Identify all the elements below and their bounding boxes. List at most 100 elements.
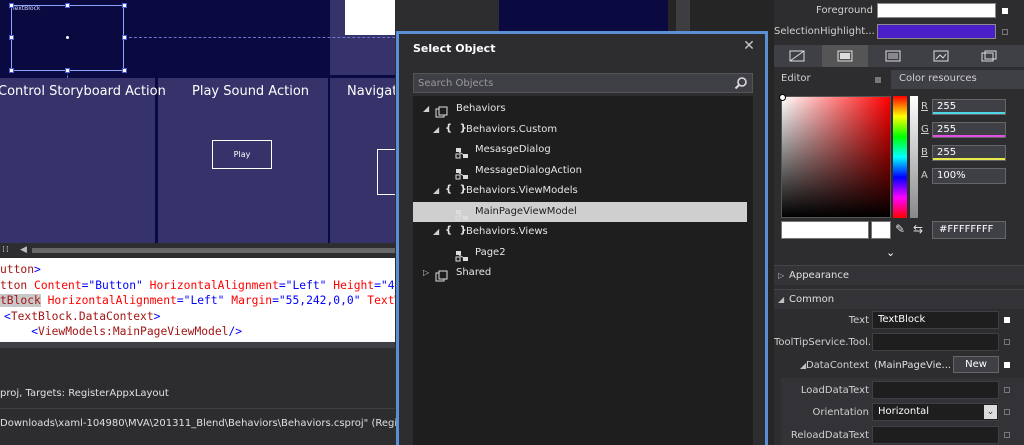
xaml-code-editor[interactable]: utton> tton Content="Button" HorizontalA… [0, 258, 395, 342]
tab-tile-brush[interactable] [918, 45, 964, 67]
dropdown-chevron-icon[interactable]: ⌄ [984, 405, 997, 419]
tree-item-label: MesasgeDialog [475, 144, 551, 155]
resize-handle-mr[interactable] [122, 35, 127, 40]
tree-item[interactable]: ◢{ } Behaviors.ViewModels [413, 181, 747, 201]
color-preview-original [871, 221, 891, 239]
text-property-input[interactable]: TextBlock [872, 311, 999, 329]
artboard-tile-control-storyboard[interactable] [0, 78, 155, 243]
tab-gradient-brush[interactable] [870, 45, 916, 67]
blue-channel-label: B [921, 147, 928, 158]
tree-item[interactable]: MesasgeDialog [413, 140, 747, 160]
loaddatatext-property-input[interactable] [872, 381, 999, 399]
code-token: Content [34, 278, 82, 292]
selection-highlight-advanced-marker[interactable] [1002, 29, 1008, 35]
tree-item[interactable]: ◢ Behaviors [413, 99, 747, 119]
collapse-icon[interactable]: ◢ [433, 125, 439, 134]
foreground-swatch[interactable] [877, 3, 996, 18]
no-brush-icon [789, 50, 805, 62]
tree-item-label: MainPageViewModel [475, 205, 577, 217]
search-icon[interactable] [734, 76, 748, 90]
tooltip-property-label: ToolTipService.Tool... [774, 337, 878, 348]
design-artboard[interactable]: Control Storyboard Action Play Sound Act… [0, 0, 395, 243]
artboard-hscrollbar[interactable]: ⁞⁞ ◀ [0, 243, 395, 258]
orientation-advanced-marker[interactable] [1004, 409, 1010, 415]
code-token: ="Button" [81, 278, 150, 292]
alpha-channel-value: 100% [937, 170, 966, 181]
resize-handle-br[interactable] [122, 68, 127, 73]
class-icon [455, 247, 469, 261]
resize-handle-bc[interactable] [65, 68, 70, 73]
tooltip-property-input[interactable] [872, 333, 999, 351]
tree-item[interactable]: MessageDialogAction [413, 161, 747, 181]
tree-item-label: Shared [456, 267, 492, 278]
collapse-common-icon: ◢ [778, 295, 785, 304]
resize-handle-tl[interactable] [9, 3, 14, 8]
green-channel-input[interactable]: 255 [932, 122, 1006, 138]
navigate-button-partial[interactable] [377, 149, 395, 195]
resize-handle-tr[interactable] [122, 3, 127, 8]
color-picker-cursor[interactable] [779, 94, 786, 101]
tooltip-advanced-marker[interactable] [1004, 339, 1010, 345]
section-appearance[interactable]: ▷ Appearance [774, 265, 1024, 285]
selection-highlight-swatch[interactable] [877, 24, 996, 39]
reloaddatatext-property-input[interactable] [872, 426, 999, 444]
eyedropper-icon[interactable]: ✎ [895, 222, 905, 236]
code-token: TextBlock.DataContext [10, 309, 154, 323]
code-token: utton [0, 263, 35, 276]
resource-brush-icon [981, 50, 997, 62]
datacontext-new-button[interactable]: New [953, 356, 999, 373]
foreground-advanced-marker[interactable] [1002, 8, 1008, 14]
blue-channel-input[interactable]: 255 [932, 145, 1006, 161]
collapse-icon[interactable]: ◢ [433, 186, 439, 195]
text-advanced-marker[interactable] [1004, 317, 1010, 323]
green-channel-label: G [921, 124, 929, 135]
code-token: ="Left" [176, 294, 232, 308]
collapse-icon[interactable]: ◢ [433, 227, 439, 236]
tab-color-resources[interactable]: Color resources [899, 73, 977, 84]
tab-editor[interactable]: Editor [781, 73, 811, 84]
blue-channel-bar [933, 158, 1005, 160]
resize-handle-ml[interactable] [9, 35, 14, 40]
code-token: > [153, 309, 161, 323]
scroll-thumb[interactable] [32, 248, 395, 253]
class-icon [455, 206, 469, 220]
collapse-icon[interactable]: ◢ [423, 104, 429, 113]
swap-color-icon[interactable]: ⇆ [913, 222, 923, 236]
red-channel-input[interactable]: 255 [932, 99, 1006, 115]
scroll-left-arrow-icon[interactable]: ◀ [20, 245, 27, 255]
reloaddatatext-advanced-marker[interactable] [1004, 432, 1010, 438]
section-common[interactable]: ◢ Common [774, 289, 1024, 309]
resize-handle-tc[interactable] [65, 3, 70, 8]
tree-item[interactable]: ◢{ } Behaviors.Custom [413, 120, 747, 140]
search-objects-input[interactable] [418, 76, 718, 90]
alpha-slider[interactable] [910, 96, 918, 218]
hex-color-input[interactable]: #FFFFFFFF [932, 221, 1006, 239]
alpha-channel-input[interactable]: 100% [932, 168, 1006, 184]
tab-no-brush[interactable] [774, 45, 820, 67]
dialog-close-icon[interactable]: ✕ [741, 38, 757, 54]
orientation-select[interactable]: Horizontal ⌄ [872, 403, 999, 421]
tree-item[interactable]: Page2 [413, 243, 747, 263]
color-picker-area[interactable] [779, 94, 891, 218]
section-appearance-title: Appearance [789, 270, 850, 281]
hue-slider[interactable] [893, 96, 907, 218]
tree-item[interactable]: ◢{ } Behaviors.Views [413, 222, 747, 242]
foreground-label: Foreground [816, 5, 873, 16]
expand-icon[interactable]: ▷ [423, 268, 429, 277]
tree-item-label: MessageDialogAction [475, 164, 582, 176]
code-token: ="55,242,0,0" [272, 294, 368, 308]
tile-brush-icon [933, 50, 949, 62]
play-button[interactable]: Play [212, 140, 272, 169]
tree-item[interactable]: MainPageViewModel [413, 201, 747, 222]
tab-resource-brush[interactable] [966, 45, 1012, 67]
tree-item-label: Behaviors [456, 103, 506, 114]
output-line: Downloads\xaml-104980\MVA\201311_Blend\B… [0, 418, 437, 429]
collapse-editor-chevron-icon[interactable]: ⌄ [886, 246, 895, 259]
resize-handle-bl[interactable] [9, 68, 14, 73]
loaddatatext-advanced-marker[interactable] [1004, 387, 1010, 393]
tab-solid-brush[interactable] [822, 45, 868, 67]
tree-item-label: Behaviors.ViewModels [466, 185, 578, 196]
datacontext-advanced-marker[interactable] [1004, 362, 1010, 368]
tree-item-label: Page2 [475, 246, 506, 258]
tree-item[interactable]: ▷ Shared [413, 263, 747, 283]
